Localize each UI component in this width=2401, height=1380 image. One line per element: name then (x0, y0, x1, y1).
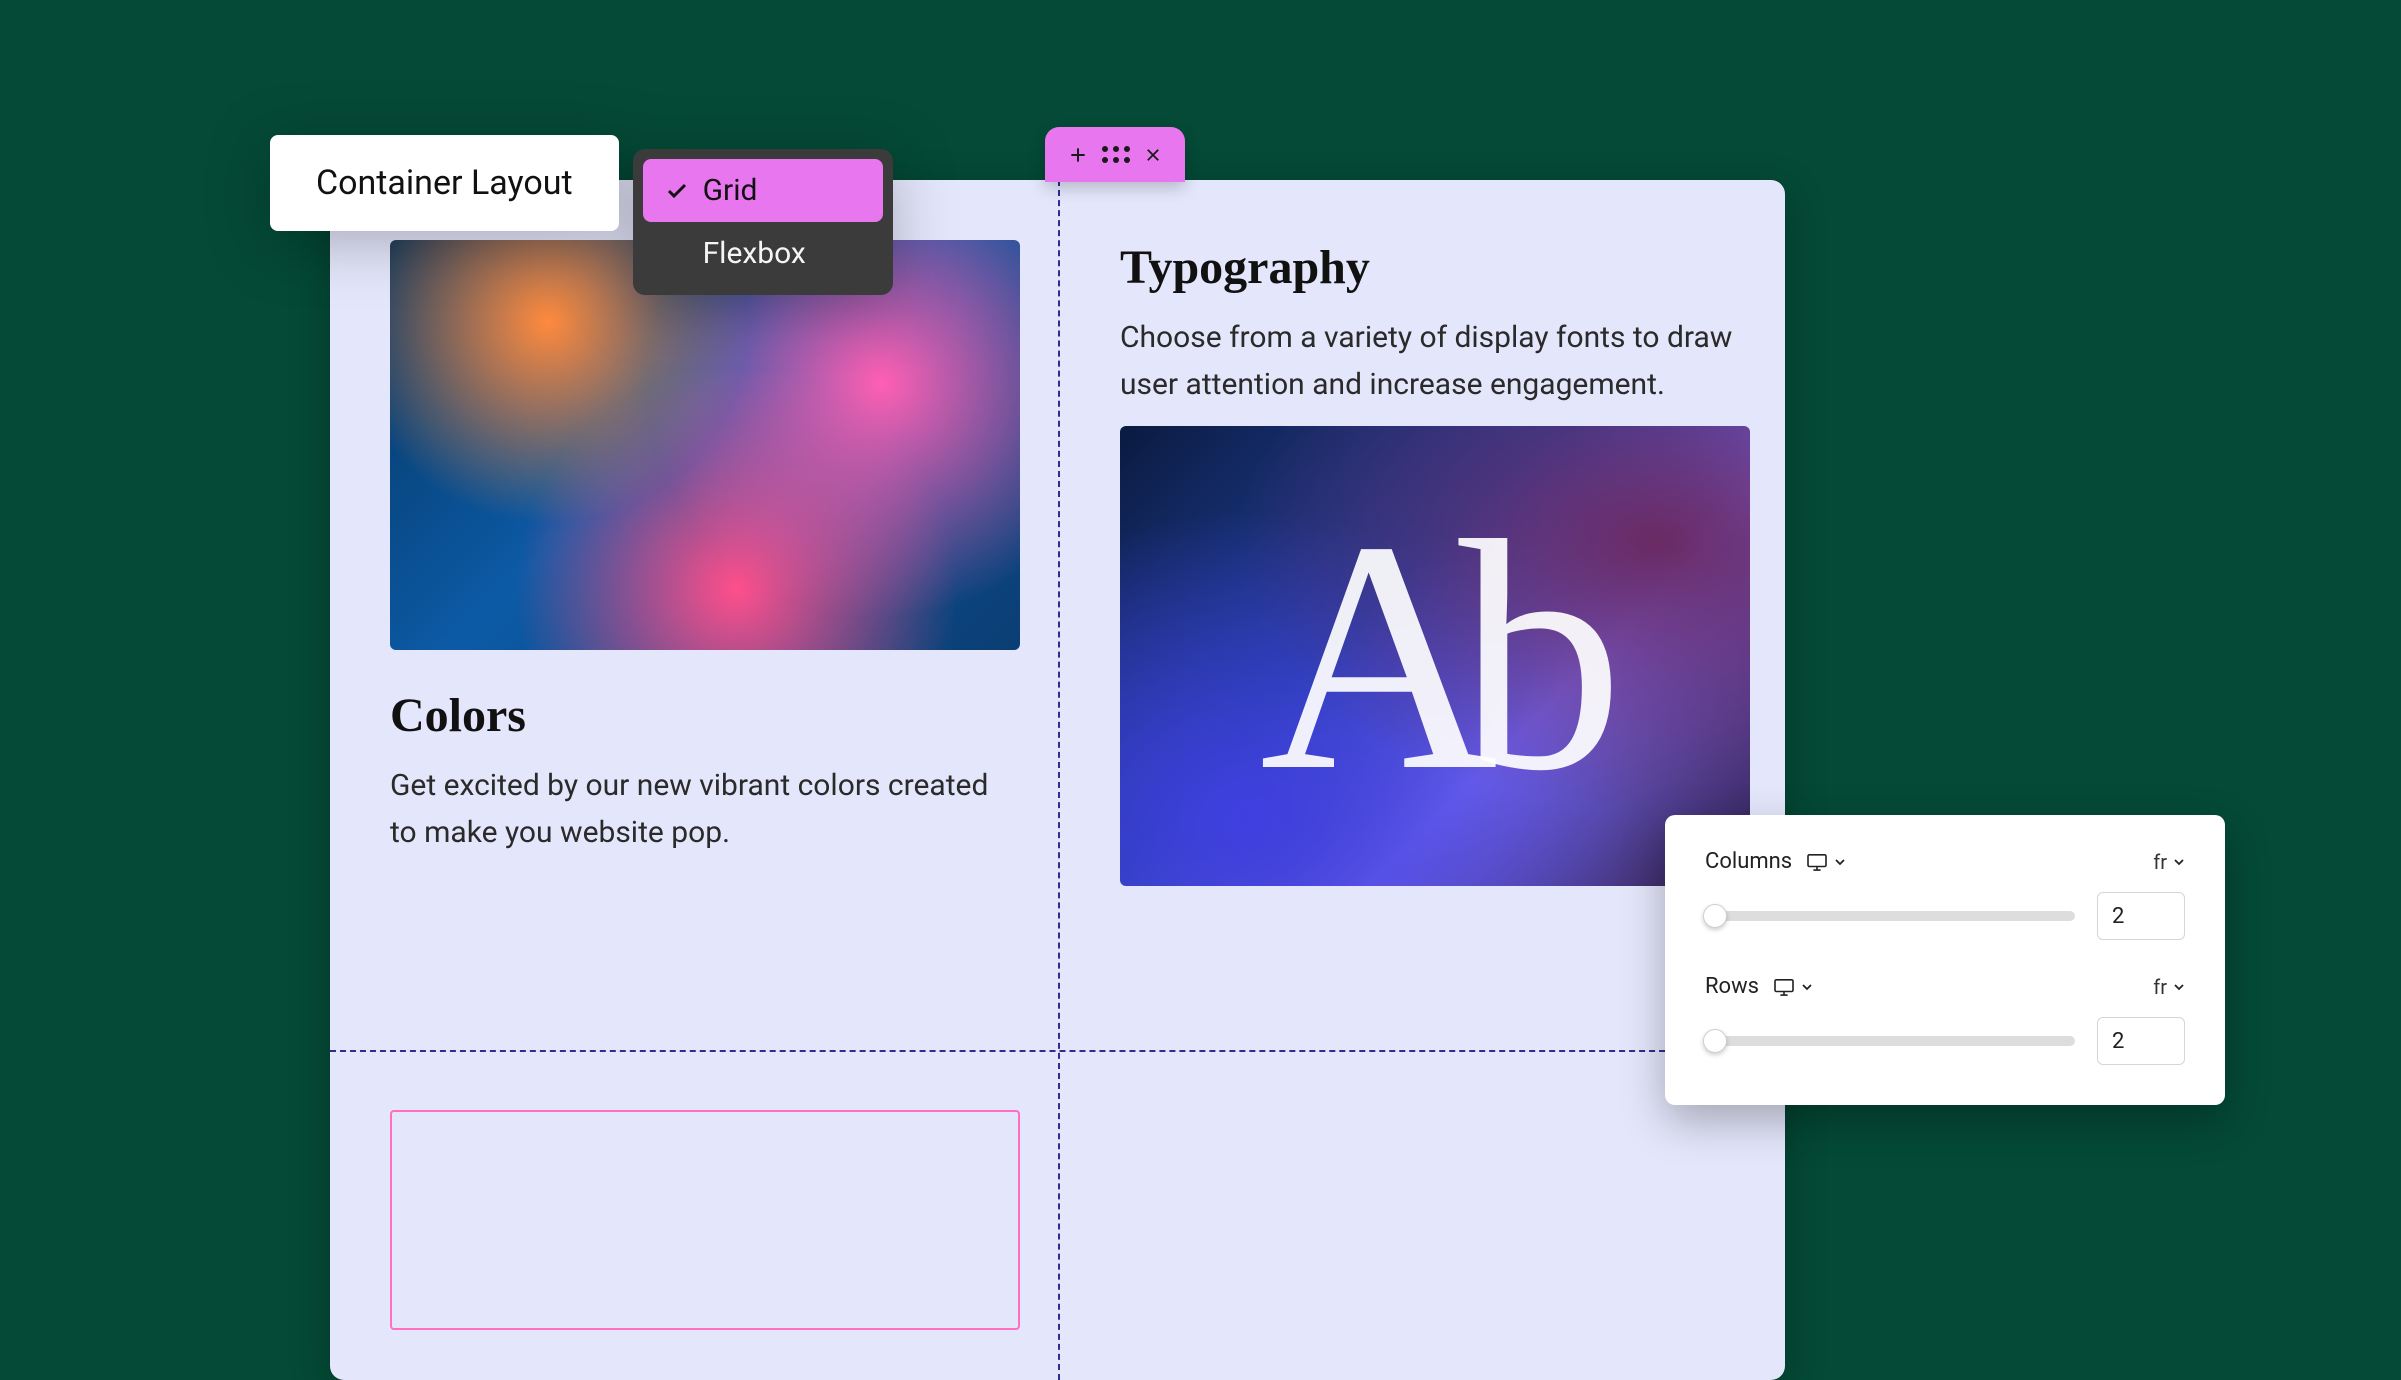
slider-thumb[interactable] (1703, 1029, 1727, 1053)
editor-canvas: Colors Get excited by our new vibrant co… (330, 180, 1785, 1380)
rows-label: Rows (1705, 974, 1759, 999)
device-selector-columns[interactable] (1806, 853, 1846, 871)
glyph-b: b (1458, 467, 1610, 846)
container-layout-popover: Container Layout Grid Flexbox (270, 135, 893, 295)
chevron-down-icon (2173, 981, 2185, 993)
desktop-icon (1806, 853, 1828, 871)
grid-settings-panel: Columns fr 2 Rows (1665, 815, 2225, 1105)
unit-label: fr (2153, 850, 2167, 874)
layout-option-label: Grid (703, 173, 758, 208)
close-icon[interactable] (1144, 146, 1162, 164)
rows-slider[interactable] (1705, 1036, 2075, 1046)
chevron-down-icon (1834, 856, 1846, 868)
plus-icon[interactable] (1068, 145, 1088, 165)
glyph-a: A (1260, 467, 1485, 846)
rows-value: 2 (2112, 1029, 2124, 1054)
columns-value-input[interactable]: 2 (2097, 892, 2185, 940)
columns-control: Columns fr 2 (1705, 849, 2185, 940)
card-title-colors: Colors (390, 688, 1020, 743)
layout-option-flexbox[interactable]: Flexbox (643, 222, 883, 285)
container-layout-menu: Grid Flexbox (633, 149, 893, 295)
columns-value: 2 (2112, 904, 2124, 929)
columns-slider[interactable] (1705, 911, 2075, 921)
check-icon-empty (665, 242, 689, 266)
colors-image (390, 240, 1020, 650)
typography-image: Ab (1120, 426, 1750, 886)
grid-cell-typography: Typography Choose from a variety of disp… (1120, 240, 1750, 886)
desktop-icon (1773, 978, 1795, 996)
layout-option-grid[interactable]: Grid (643, 159, 883, 222)
unit-label: fr (2153, 975, 2167, 999)
rows-control: Rows fr 2 (1705, 974, 2185, 1065)
device-selector-rows[interactable] (1773, 978, 1813, 996)
columns-label: Columns (1705, 849, 1792, 874)
card-body-colors: Get excited by our new vibrant colors cr… (390, 763, 1020, 856)
block-handle[interactable] (1045, 127, 1185, 182)
typography-sample-glyph: Ab (1120, 426, 1750, 886)
card-body-typography: Choose from a variety of display fonts t… (1120, 315, 1750, 408)
check-icon (665, 179, 689, 203)
chevron-down-icon (2173, 856, 2185, 868)
card-title-typography: Typography (1120, 240, 1750, 295)
chevron-down-icon (1801, 981, 1813, 993)
drag-handle-icon[interactable] (1102, 146, 1130, 163)
unit-selector-columns[interactable]: fr (2153, 850, 2185, 874)
unit-selector-rows[interactable]: fr (2153, 975, 2185, 999)
layout-option-label: Flexbox (703, 236, 806, 271)
rows-value-input[interactable]: 2 (2097, 1017, 2185, 1065)
container-layout-label: Container Layout (270, 135, 619, 231)
empty-grid-slot[interactable] (390, 1110, 1020, 1330)
grid-cell-colors: Colors Get excited by our new vibrant co… (390, 240, 1020, 856)
slider-thumb[interactable] (1703, 904, 1727, 928)
